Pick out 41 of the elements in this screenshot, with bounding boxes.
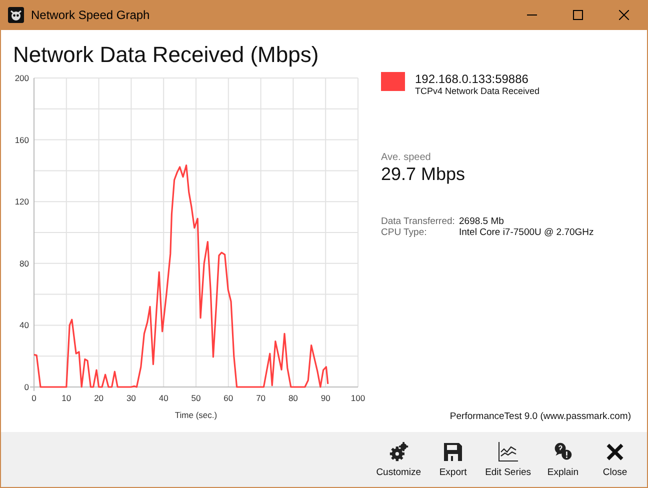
y-tick-label: 40 [20, 320, 29, 330]
graph-heading: Network Data Received (Mbps) [13, 42, 320, 69]
y-tick-label: 160 [14, 134, 29, 145]
x-tick-label: 30 [126, 393, 136, 403]
legend-sublabel: TCPv4 Network Data Received [415, 86, 540, 96]
x-tick-label: 80 [288, 393, 298, 403]
speed-label: Ave. speed [381, 152, 432, 163]
close-button[interactable]: Close [589, 432, 641, 487]
info-value: Intel Core i7-7500U @ 2.70GHz [459, 227, 595, 238]
info-label: CPU Type: [381, 227, 428, 238]
x-tick-label: 70 [256, 393, 266, 403]
y-tick-label: 0 [24, 382, 29, 392]
app-icon [8, 7, 24, 23]
x-tick-label: 100 [350, 393, 366, 403]
maximize-icon[interactable] [573, 10, 583, 20]
explain-button[interactable]: Explain [537, 432, 589, 487]
gears-icon [388, 442, 409, 462]
x-tick-label: 60 [224, 393, 234, 403]
customize-button[interactable]: Customize [370, 432, 428, 487]
credit-text: PerformanceTest 9.0 (www.passmark.com) [450, 411, 631, 422]
info-value: 2698.5 Mb [459, 216, 505, 227]
x-tick-label: 50 [191, 393, 201, 403]
y-tick-label: 120 [14, 196, 29, 207]
x-tick-label: 90 [320, 393, 330, 403]
info-label: Data Transferred: [381, 216, 456, 227]
x-axis-title: Time (sec.) [174, 410, 218, 420]
legend-label: 192.168.0.133:59886 [415, 72, 530, 86]
close-icon[interactable] [619, 10, 629, 20]
y-tick-label: 80 [20, 258, 29, 268]
x-tick-label: 20 [94, 393, 104, 403]
export-button[interactable]: Export [427, 432, 480, 487]
close-icon [605, 442, 625, 462]
speech-bubbles-icon [553, 442, 573, 462]
speed-value: 29.7 Mbps [381, 164, 466, 185]
x-tick-label: 40 [158, 393, 168, 403]
line-chart-icon [498, 442, 518, 462]
x-tick-label: 0 [32, 393, 36, 403]
x-tick-label: 10 [62, 393, 72, 403]
edit-button[interactable]: Edit Series [479, 432, 537, 487]
y-tick-label: 200 [14, 73, 29, 83]
window-title: Network Speed Graph [31, 8, 150, 22]
